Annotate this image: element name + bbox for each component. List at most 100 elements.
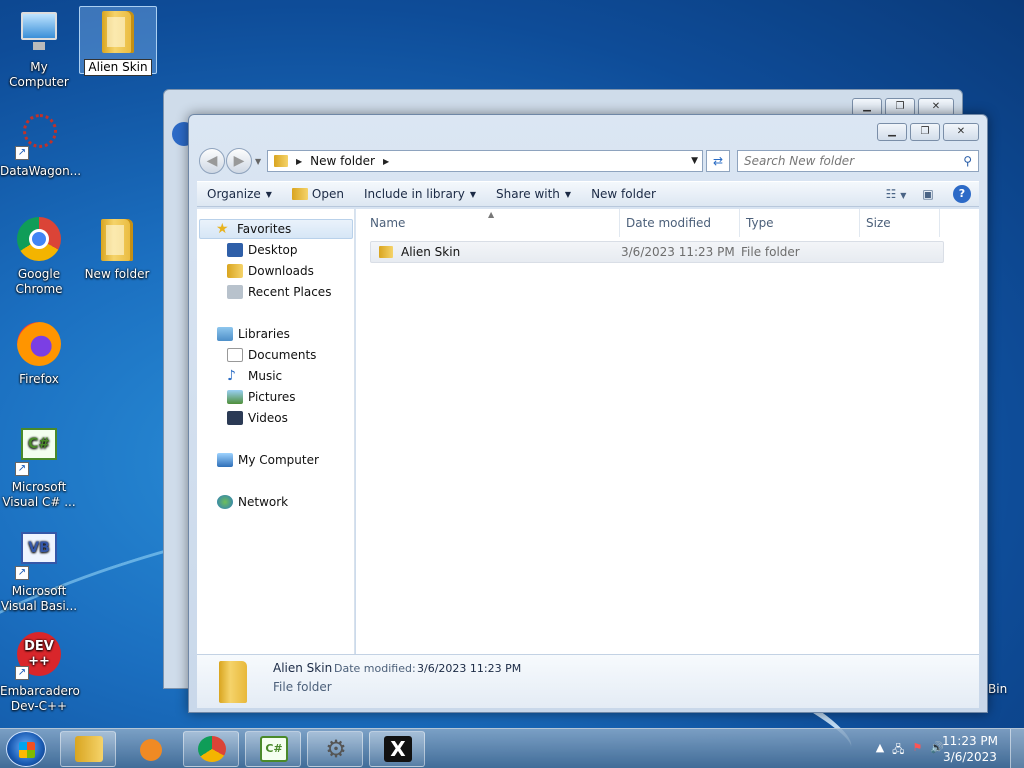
- breadcrumb-arrow-icon[interactable]: ▶: [383, 157, 389, 166]
- downloads-icon: [227, 264, 243, 278]
- taskbar-visual-csharp[interactable]: C#: [245, 731, 301, 767]
- sort-ascending-icon: ▲: [488, 210, 495, 219]
- include-in-library-button[interactable]: Include in library ▼: [354, 187, 486, 201]
- desktop-icon-firefox[interactable]: Firefox: [0, 320, 78, 387]
- nav-desktop[interactable]: Desktop: [227, 240, 298, 260]
- desktop-icon-label: New folder: [84, 267, 150, 281]
- nav-libraries[interactable]: Libraries: [217, 324, 290, 344]
- preview-pane-icon: ▣: [922, 187, 934, 201]
- taskbar-google-chrome[interactable]: [183, 731, 239, 767]
- folder-icon: [94, 7, 142, 55]
- folder-icon: [219, 661, 247, 703]
- nav-pictures[interactable]: Pictures: [227, 387, 296, 407]
- nav-downloads[interactable]: Downloads: [227, 261, 314, 281]
- shortcut-arrow-icon: ↗: [15, 566, 29, 580]
- nav-favorites[interactable]: ★ Favorites: [199, 219, 353, 239]
- navigation-pane: ★ Favorites Desktop Downloads Recent Plac…: [197, 209, 355, 654]
- refresh-icon: ⇄: [712, 154, 724, 168]
- visual-csharp-icon: C#: [260, 736, 288, 762]
- forward-button[interactable]: ▶: [226, 148, 252, 174]
- share-with-button[interactable]: Share with ▼: [486, 187, 581, 201]
- desktop-icon-visual-basic[interactable]: VB ↗ Microsoft Visual Basi...: [0, 532, 78, 614]
- recycle-bin-label[interactable]: Bin: [988, 682, 1007, 696]
- column-header-size[interactable]: Size: [860, 209, 940, 237]
- desktop-icon-label: Microsoft Visual Basi...: [0, 584, 78, 613]
- preview-pane-button[interactable]: ▣: [917, 184, 939, 204]
- clock-time: 11:23 PM: [942, 734, 998, 748]
- start-button[interactable]: [6, 731, 46, 767]
- organize-button[interactable]: Organize ▼: [197, 187, 282, 201]
- file-list[interactable]: Name ▲ Date modified Type Size Alien Ski…: [356, 209, 979, 654]
- desktop-icon-label: Firefox: [19, 372, 59, 386]
- show-desktop-button[interactable]: [1010, 729, 1024, 768]
- desktop-icon-label: Google Chrome: [15, 267, 63, 296]
- explorer-window[interactable]: ▁ ❐ ✕ ◀ ▶ ▼ ▶ New folder ▶ ▼ ⇄ Search Ne…: [188, 114, 988, 713]
- desktop-icon-google-chrome[interactable]: Google Chrome: [0, 215, 78, 297]
- desktop-icon-new-folder[interactable]: New folder: [78, 215, 156, 282]
- file-type-cell: File folder: [741, 245, 800, 259]
- chevron-down-icon: ▼: [265, 189, 272, 199]
- network-status-icon[interactable]: 🖧: [892, 741, 904, 760]
- desktop-icon-visual-csharp[interactable]: C# ↗ Microsoft Visual C# ...: [0, 428, 78, 510]
- action-center-icon[interactable]: ⚑: [912, 741, 922, 760]
- desktop-icon-my-computer[interactable]: My Computer: [0, 8, 78, 90]
- dev-cpp-icon: DEV ++ ↗: [15, 632, 63, 680]
- change-view-button[interactable]: ☷ ▼: [885, 184, 907, 204]
- taskbar-media-player[interactable]: [122, 731, 178, 767]
- nav-videos[interactable]: Videos: [227, 408, 288, 428]
- recent-pages-dropdown[interactable]: ▼: [255, 157, 261, 174]
- nav-network[interactable]: Network: [217, 492, 288, 512]
- taskbar-x-app[interactable]: X: [369, 731, 425, 767]
- view-list-icon: ☷: [885, 187, 897, 201]
- nav-recent-places[interactable]: Recent Places: [227, 282, 331, 302]
- search-input[interactable]: Search New folder ⚲: [737, 150, 979, 172]
- taskbar-file-explorer[interactable]: [60, 731, 116, 767]
- breadcrumb-arrow-icon[interactable]: ▶: [296, 157, 302, 166]
- taskbar-settings[interactable]: ⚙: [307, 731, 363, 767]
- clock[interactable]: 11:23 PM 3/6/2023: [942, 733, 998, 765]
- desktop-icon-label: My Computer: [9, 60, 69, 89]
- column-header-name[interactable]: Name ▲: [364, 209, 620, 237]
- firefox-icon: [15, 320, 63, 368]
- close-button[interactable]: ✕: [943, 123, 979, 141]
- back-arrow-icon: ◀: [206, 153, 218, 169]
- maximize-button[interactable]: ❐: [910, 123, 940, 141]
- desktop-icon-datawagon[interactable]: ↗ DataWagon...: [0, 112, 81, 179]
- nav-my-computer[interactable]: My Computer: [217, 450, 319, 470]
- column-header-date-modified[interactable]: Date modified: [620, 209, 740, 237]
- new-folder-button[interactable]: New folder: [581, 187, 666, 201]
- open-button[interactable]: Open: [282, 187, 354, 201]
- column-header-type[interactable]: Type: [740, 209, 860, 237]
- refresh-button[interactable]: ⇄: [706, 150, 730, 172]
- show-hidden-icons-icon[interactable]: ▲: [876, 741, 884, 760]
- visual-basic-icon: VB ↗: [15, 532, 63, 580]
- breadcrumb-new-folder[interactable]: New folder: [310, 154, 375, 168]
- minimize-button[interactable]: ▁: [877, 123, 907, 141]
- file-name-cell: Alien Skin: [379, 242, 460, 262]
- help-button[interactable]: ?: [953, 185, 971, 203]
- command-bar: Organize ▼ Open Include in library ▼ Share…: [197, 181, 979, 207]
- chevron-down-icon: ▼: [900, 191, 907, 200]
- address-dropdown-icon[interactable]: ▼: [691, 156, 698, 166]
- system-tray: ▲ 🖧 ⚑ 🔊: [876, 741, 944, 760]
- desktop-icon-alien-skin[interactable]: Alien Skin: [79, 6, 157, 76]
- desktop-icon-dev-cpp[interactable]: DEV ++ ↗ Embarcadero Dev-C++: [0, 632, 80, 714]
- address-row: ◀ ▶ ▼ ▶ New folder ▶ ▼ ⇄ Search New fold…: [197, 148, 979, 174]
- address-bar[interactable]: ▶ New folder ▶ ▼: [267, 150, 703, 172]
- visual-csharp-icon: C# ↗: [15, 428, 63, 476]
- file-explorer-icon: [75, 736, 103, 762]
- nav-music[interactable]: ♪ Music: [227, 366, 282, 386]
- open-folder-icon: [291, 188, 308, 200]
- libraries-icon: [217, 327, 233, 341]
- table-row[interactable]: Alien Skin 3/6/2023 11:23 PM File folder: [370, 241, 944, 263]
- monitor-icon: [15, 8, 63, 56]
- details-type: File folder: [273, 680, 332, 694]
- back-button[interactable]: ◀: [199, 148, 225, 174]
- datawagon-icon: ↗: [15, 112, 63, 160]
- search-icon[interactable]: ⚲: [963, 151, 972, 171]
- shortcut-arrow-icon: ↗: [15, 146, 29, 160]
- rename-field[interactable]: Alien Skin: [84, 59, 152, 76]
- forward-arrow-icon: ▶: [233, 153, 245, 169]
- nav-documents[interactable]: Documents: [227, 345, 316, 365]
- folder-icon: [93, 215, 141, 263]
